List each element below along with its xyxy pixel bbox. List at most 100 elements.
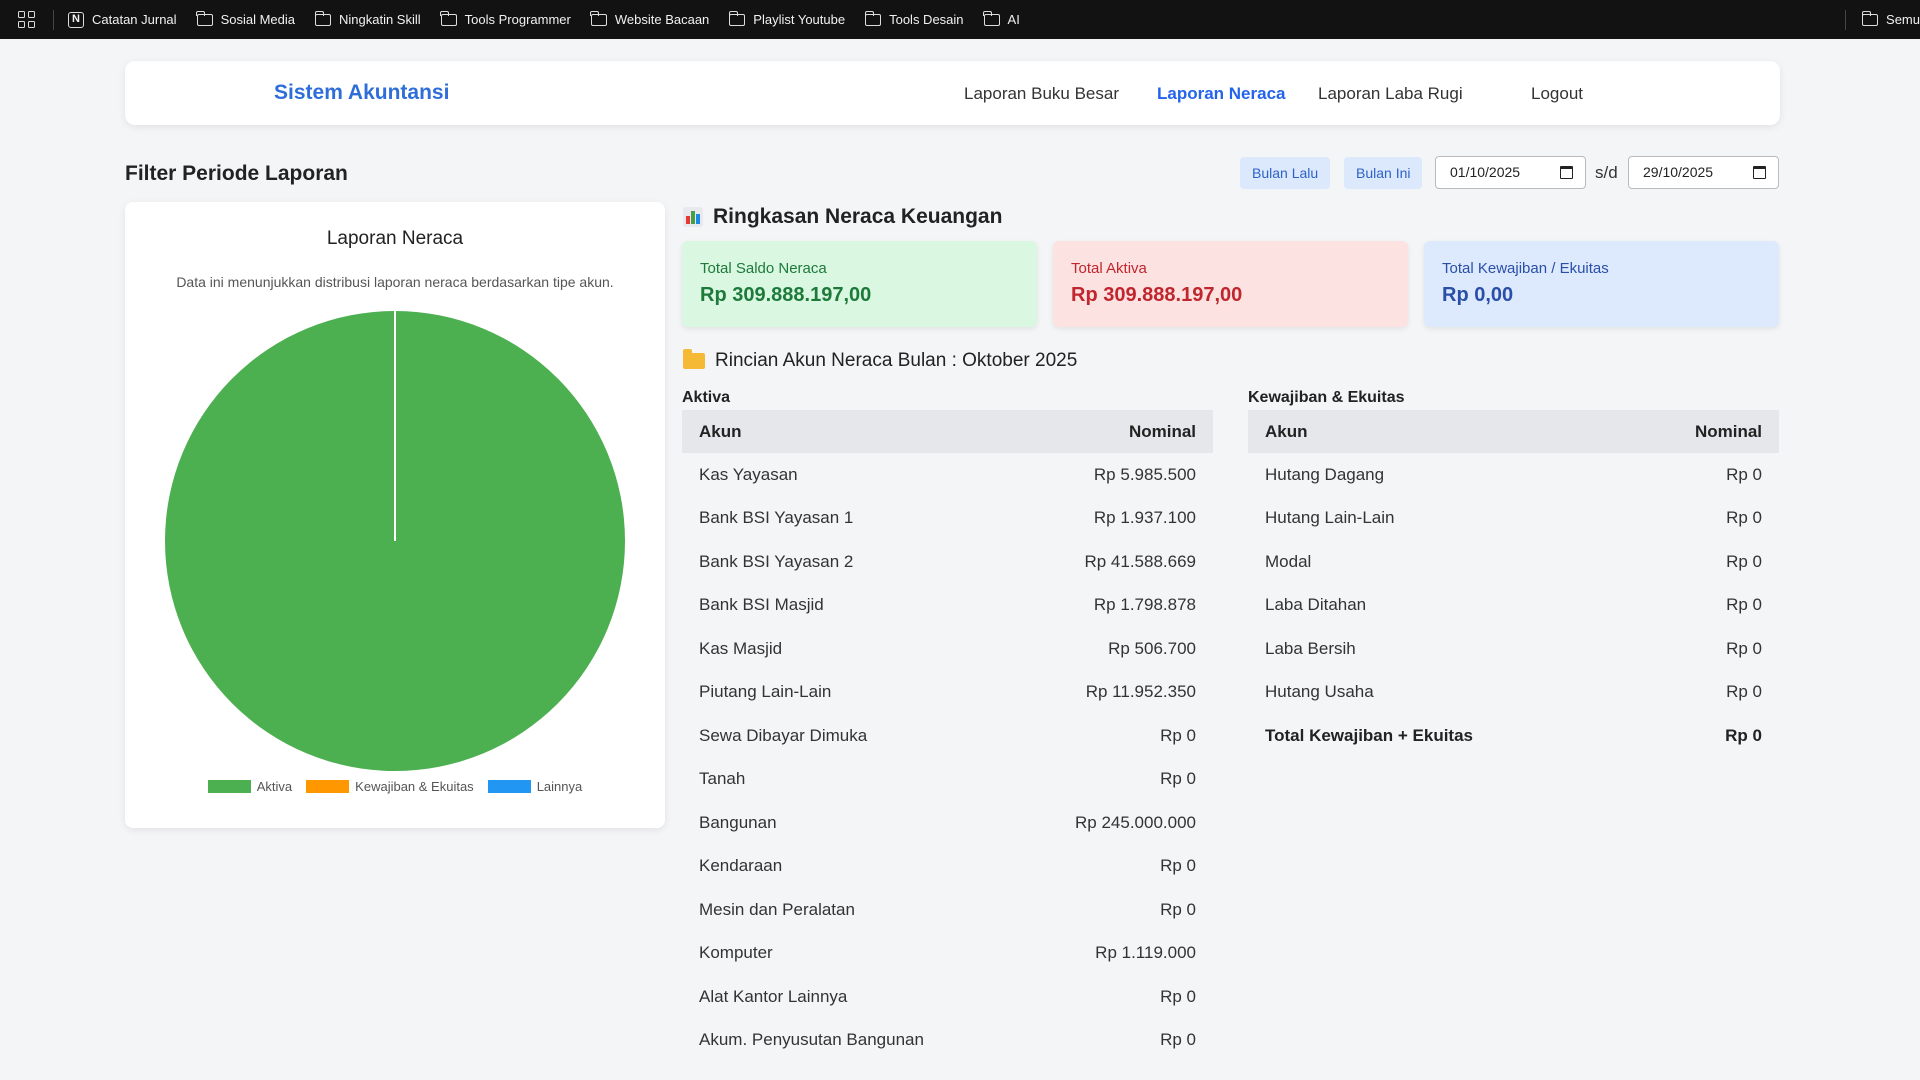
account-name: Bank BSI Yayasan 1: [699, 508, 854, 528]
summary-card-label: Total Saldo Neraca: [700, 260, 827, 277]
table-row: Alat Kantor Lainnya Rp 0: [682, 975, 1213, 1019]
total-amount: Rp 0: [1725, 725, 1762, 745]
account-amount: Rp 0: [1726, 464, 1762, 484]
date-to-value: 29/10/2025: [1643, 164, 1714, 180]
account-name: Bank BSI Masjid: [699, 595, 824, 615]
bookmarks-bar: N Catatan Jurnal Sosial Media Ningkatin Ski…: [0, 0, 1920, 39]
account-name: Modal: [1265, 551, 1312, 571]
account-name: Piutang Lain-Lain: [699, 682, 832, 702]
account-amount: Rp 1.119.000: [1095, 943, 1196, 963]
folder-icon: [983, 10, 1000, 26]
account-amount: Rp 0: [1726, 508, 1762, 528]
legend-label: Lainnya: [536, 779, 583, 794]
account-name: Hutang Lain-Lain: [1265, 508, 1395, 528]
folder-icon: [440, 10, 457, 26]
bookmarks-list: N Catatan Jurnal Sosial Media Ningkatin Ski…: [68, 10, 1040, 28]
summary-card: Total Saldo Neraca Rp 309.888.197,00: [682, 241, 1037, 327]
account-amount: Rp 1.798.878: [1093, 595, 1196, 615]
summary-title: Ringkasan Neraca Keuangan: [683, 205, 1002, 229]
table-row: Bank BSI Yayasan 2 Rp 41.588.669: [682, 540, 1213, 584]
aktiva-table: Akun Nominal Kas Yayasan Rp 5.985.500 Bank…: [682, 410, 1213, 1062]
account-amount: Rp 0: [1726, 551, 1762, 571]
aktiva-section-title: Aktiva: [682, 389, 731, 406]
table-row: Mesin dan Peralatan Rp 0: [682, 888, 1213, 932]
nav-link-laba-rugi[interactable]: Laporan Laba Rugi: [1318, 84, 1463, 104]
folder-icon: [864, 10, 882, 26]
top-navbar: Sistem Akuntansi Laporan Buku Besar Lapo…: [125, 61, 1780, 125]
bookmark-item[interactable]: Sosial Media: [196, 10, 295, 27]
kewajiban-rows: Hutang Dagang Rp 0 Hutang Lain-Lain Rp 0 Mod…: [1248, 453, 1779, 714]
table-header: Akun Nominal: [1248, 410, 1779, 453]
apps-grid-icon[interactable]: [15, 9, 37, 31]
legend-item[interactable]: Kewajiban & Ekuitas: [306, 779, 474, 794]
date-from-input[interactable]: 01/10/2025: [1435, 156, 1586, 189]
nav-link-buku-besar[interactable]: Laporan Buku Besar: [964, 84, 1119, 104]
chart-card: Laporan Neraca Data ini menunjukkan dist…: [125, 202, 665, 828]
bookmark-label: Tools Programmer: [464, 12, 571, 27]
bookmark-item[interactable]: Playlist Youtube: [728, 10, 845, 27]
summary-card: Total Kewajiban / Ekuitas Rp 0,00: [1424, 241, 1779, 327]
brand-title[interactable]: Sistem Akuntansi: [274, 81, 449, 105]
account-name: Kas Yayasan: [699, 464, 798, 484]
folder-icon: [314, 10, 331, 26]
account-name: Sewa Dibayar Dimuka: [699, 725, 868, 745]
table-row: Laba Ditahan Rp 0: [1248, 584, 1779, 628]
summary-card-value: Rp 309.888.197,00: [1071, 284, 1243, 306]
bookmarks-divider: [1845, 9, 1847, 30]
folder-icon: [1861, 10, 1879, 26]
date-separator: s/d: [1595, 163, 1618, 182]
bookmark-item[interactable]: N Catatan Jurnal: [68, 11, 177, 28]
summary-card-label: Total Aktiva: [1071, 260, 1147, 277]
pie-chart[interactable]: [125, 202, 665, 772]
bookmark-label: AI: [1007, 12, 1020, 27]
bookmark-item[interactable]: Ningkatin Skill: [314, 10, 421, 27]
account-name: Hutang Dagang: [1265, 464, 1385, 484]
table-row: Bangunan Rp 245.000.000: [682, 801, 1213, 845]
column-header-amount: Nominal: [1694, 421, 1762, 441]
bookmark-item[interactable]: Tools Programmer: [440, 10, 571, 27]
calendar-icon[interactable]: [1560, 166, 1573, 179]
bookmark-item[interactable]: Tools Desain: [864, 10, 964, 27]
bookmark-label: Sosial Media: [220, 12, 295, 27]
this-month-button[interactable]: Bulan Ini: [1344, 157, 1423, 189]
prev-month-button[interactable]: Bulan Lalu: [1240, 157, 1331, 189]
account-name: Mesin dan Peralatan: [699, 899, 855, 919]
bookmark-overflow-item[interactable]: Semu: [1861, 10, 1920, 27]
total-label: Total Kewajiban + Ekuitas: [1265, 725, 1473, 745]
folder-icon: [196, 10, 213, 26]
nav-link-neraca[interactable]: Laporan Neraca: [1157, 84, 1286, 104]
bookmark-item[interactable]: AI: [983, 10, 1020, 27]
account-name: Laba Bersih: [1265, 638, 1356, 658]
folder-icon: [728, 10, 746, 26]
legend-swatch: [207, 780, 251, 793]
table-row: Kas Yayasan Rp 5.985.500: [682, 453, 1213, 497]
nav-link-logout[interactable]: Logout: [1531, 84, 1583, 104]
account-amount: Rp 0: [1726, 638, 1762, 658]
kewajiban-table: Akun Nominal Hutang Dagang Rp 0 Hutang Lai…: [1248, 410, 1779, 758]
account-name: Alat Kantor Lainnya: [699, 986, 848, 1006]
legend-label: Kewajiban & Ekuitas: [355, 779, 474, 794]
account-amount: Rp 506.700: [1108, 638, 1196, 658]
bookmark-item[interactable]: Website Bacaan: [590, 10, 710, 27]
bookmarks-overflow: Semu: [1845, 0, 1920, 39]
legend-item[interactable]: Aktiva: [207, 779, 292, 794]
account-amount: Rp 41.588.669: [1084, 551, 1196, 571]
bookmark-label: Semu: [1886, 12, 1920, 27]
account-name: Bangunan: [699, 812, 777, 832]
legend-swatch: [306, 780, 350, 793]
chart-legend: Aktiva Kewajiban & Ekuitas Lainnya: [125, 779, 665, 794]
legend-item[interactable]: Lainnya: [487, 779, 583, 794]
calendar-icon[interactable]: [1753, 166, 1766, 179]
table-row: Hutang Lain-Lain Rp 0: [1248, 497, 1779, 541]
bookmark-label: Tools Desain: [889, 12, 964, 27]
legend-swatch: [487, 780, 531, 793]
account-amount: Rp 1.937.100: [1093, 508, 1196, 528]
bookmark-label: Website Bacaan: [614, 12, 710, 27]
table-row: Hutang Dagang Rp 0: [1248, 453, 1779, 497]
account-name: Kas Masjid: [699, 638, 783, 658]
date-to-input[interactable]: 29/10/2025: [1628, 156, 1779, 189]
summary-card-value: Rp 309.888.197,00: [700, 284, 872, 306]
account-name: Kendaraan: [699, 856, 783, 876]
account-name: Laba Ditahan: [1265, 595, 1367, 615]
table-row: Sewa Dibayar Dimuka Rp 0: [682, 714, 1213, 758]
